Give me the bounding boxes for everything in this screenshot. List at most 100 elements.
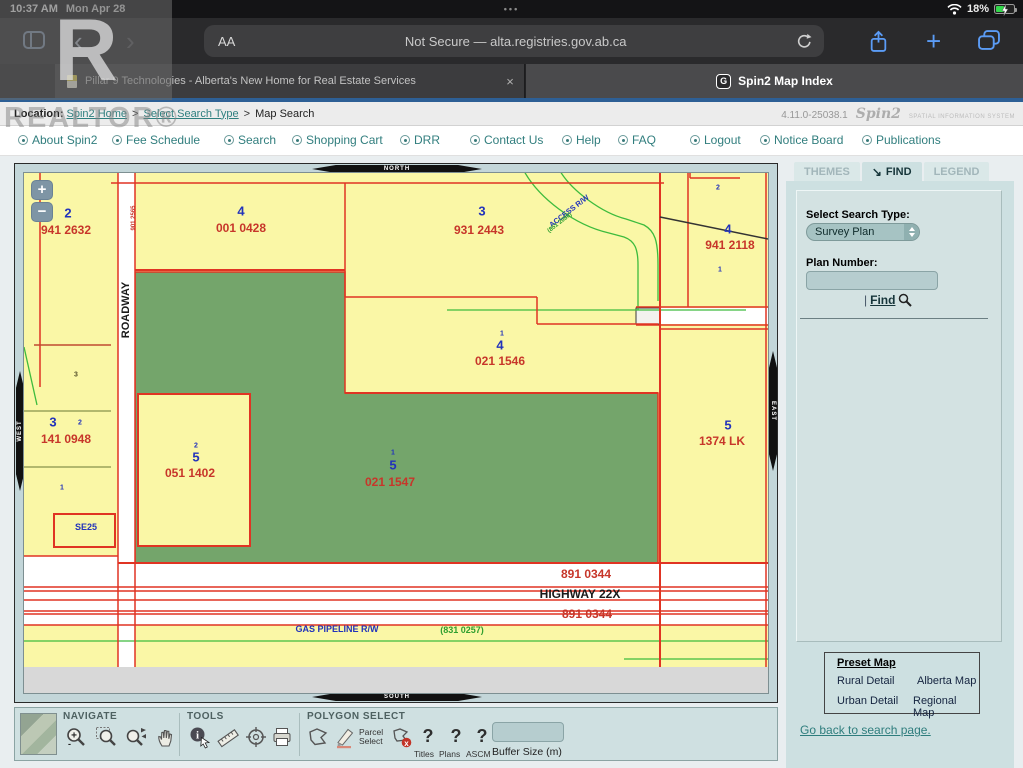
breadcrumb-current: Map Search (255, 108, 314, 120)
close-tab-icon[interactable]: × (496, 74, 524, 89)
svg-text:-: - (68, 739, 71, 749)
map-label-891-0344: 891 0344 (561, 567, 611, 581)
map-label-5: 5 (389, 458, 396, 473)
preset-rural-detail[interactable]: Rural Detail (837, 675, 894, 687)
zoom-out-button[interactable]: − (31, 202, 53, 222)
map-label-021-1546: 021 1546 (475, 354, 525, 368)
nav-item-help[interactable]: Help (562, 133, 601, 147)
hand-icon (155, 726, 177, 749)
site-nav: About Spin2 Fee Schedule Search Shopping Ca… (0, 126, 1023, 156)
breadcrumb: Location: Spin2 Home > Select Search Typ… (0, 102, 1023, 126)
zoom-extent-tool[interactable] (125, 726, 149, 750)
spin2-logo-suffix: SPATIAL INFORMATION SYSTEM (909, 114, 1015, 120)
new-tab-icon[interactable]: + (926, 26, 941, 57)
find-button[interactable]: | Find (864, 293, 912, 307)
magnifier-window-icon (95, 726, 117, 749)
pan-tool[interactable] (155, 726, 179, 750)
svg-text:?: ? (451, 726, 462, 746)
question-icon: ? (417, 726, 439, 749)
preset-alberta-map[interactable]: Alberta Map (917, 675, 976, 687)
multitask-handle: ••• (0, 4, 1023, 14)
tab-spin2-map-index[interactable]: G Spin2 Map Index (526, 64, 1023, 98)
plans-query-tool[interactable]: ? (445, 726, 469, 750)
print-tool[interactable] (271, 726, 295, 750)
search-type-select[interactable]: Survey Plan (806, 223, 920, 241)
map-label-021-1547: 021 1547 (365, 475, 415, 489)
sidebar-icon[interactable] (22, 30, 46, 50)
map-canvas[interactable]: 2941 2632ROADWAY901 25654001 04283931 24… (24, 173, 768, 693)
ascm-query-tool[interactable]: ? (471, 726, 495, 750)
status-bar: 10:37 AM Mon Apr 28 ••• 18% (0, 0, 1023, 18)
parcel-select-tool[interactable] (335, 726, 359, 750)
panel-tab-find[interactable]: ↘FIND (862, 162, 922, 181)
overview-thumbnail[interactable] (20, 713, 57, 755)
toolbar-section-navigate: NAVIGATE (63, 711, 117, 722)
search-type-label: Select Search Type: (806, 209, 910, 221)
preset-regional-map[interactable]: Regional Map (913, 695, 979, 719)
nav-item-search[interactable]: Search (224, 133, 276, 147)
buffer-size-input[interactable] (492, 722, 564, 742)
back-button[interactable]: ‹ (74, 30, 83, 52)
preset-urban-detail[interactable]: Urban Detail (837, 695, 898, 707)
magnifier-plus-icon: +- (65, 726, 87, 749)
nav-bullet-icon (562, 135, 572, 145)
plan-number-input[interactable] (806, 271, 938, 290)
nav-item-notice-board[interactable]: Notice Board (760, 133, 843, 147)
nav-item-faq[interactable]: FAQ (618, 133, 656, 147)
toolbar-section-tools: TOOLS (187, 711, 224, 722)
identify-tool[interactable]: i (189, 726, 213, 750)
map-label-2: 2 (78, 420, 82, 427)
nav-bullet-icon (224, 135, 234, 145)
location-label: Location: (14, 108, 64, 120)
polygon-clear-tool[interactable]: x (391, 726, 415, 750)
nav-bullet-icon (760, 135, 770, 145)
polygon-x-icon: x (391, 726, 413, 749)
toolbar-divider (179, 713, 180, 756)
tabs-overview-icon[interactable] (978, 30, 1000, 51)
panel-tab-themes[interactable]: THEMES (794, 162, 860, 181)
address-bar[interactable]: AA Not Secure — alta.registries.gov.ab.c… (204, 25, 824, 57)
map-label-highway-22x: HIGHWAY 22X (540, 587, 621, 601)
compass-north: NORTH (312, 165, 482, 173)
nav-bullet-icon (470, 135, 480, 145)
marker-pen-icon (335, 726, 357, 749)
panel-tabs: THEMES↘FINDLEGEND (794, 162, 989, 181)
nav-item-shopping-cart[interactable]: Shopping Cart (292, 133, 383, 147)
map-label-5: 5 (724, 418, 731, 433)
back-to-search-link[interactable]: Go back to search page. (800, 723, 931, 737)
tab-pillar9[interactable]: Pillar 9 Technologies - Alberta's New Ho… (55, 64, 525, 98)
nav-bullet-icon (618, 135, 628, 145)
map-label-941-2632: 941 2632 (41, 223, 91, 237)
measure-tool[interactable] (217, 726, 241, 750)
center-tool[interactable] (245, 726, 269, 750)
corner-arrow-icon: ↘ (872, 165, 882, 179)
zoom-in-button[interactable]: + (31, 180, 53, 200)
nav-item-contact-us[interactable]: Contact Us (470, 133, 543, 147)
nav-item-about-spin2[interactable]: About Spin2 (18, 133, 97, 147)
nav-item-logout[interactable]: Logout (690, 133, 741, 147)
panel-tab-legend[interactable]: LEGEND (924, 162, 990, 181)
map-label-1374-lk: 1374 LK (699, 434, 745, 448)
map-label-3: 3 (49, 415, 56, 430)
nav-item-drr[interactable]: DRR (400, 133, 440, 147)
breadcrumb-home-link[interactable]: Spin2 Home (67, 108, 128, 120)
map-label-3: 3 (478, 204, 485, 219)
reload-icon[interactable] (796, 33, 812, 50)
nav-bullet-icon (862, 135, 872, 145)
polygon-draw-tool[interactable] (307, 726, 331, 750)
forward-button[interactable]: › (126, 30, 135, 52)
map-label-891-0344: 891 0344 (562, 607, 612, 621)
printer-icon (271, 726, 293, 749)
reader-button[interactable]: AA (218, 34, 235, 49)
titles-query-tool[interactable]: ? (417, 726, 441, 750)
nav-item-fee-schedule[interactable]: Fee Schedule (112, 133, 200, 147)
zoom-window-tool[interactable] (95, 726, 119, 750)
charging-bolt-icon (1001, 4, 1009, 16)
screen: 10:37 AM Mon Apr 28 ••• 18% ‹ › (0, 0, 1023, 768)
polygon-icon (307, 726, 329, 749)
zoom-in-tool[interactable]: +- (65, 726, 89, 750)
nav-item-publications[interactable]: Publications (862, 133, 941, 147)
breadcrumb-search-type-link[interactable]: Select Search Type (143, 108, 238, 120)
share-icon[interactable] (868, 30, 889, 53)
ruler-icon (217, 726, 239, 749)
